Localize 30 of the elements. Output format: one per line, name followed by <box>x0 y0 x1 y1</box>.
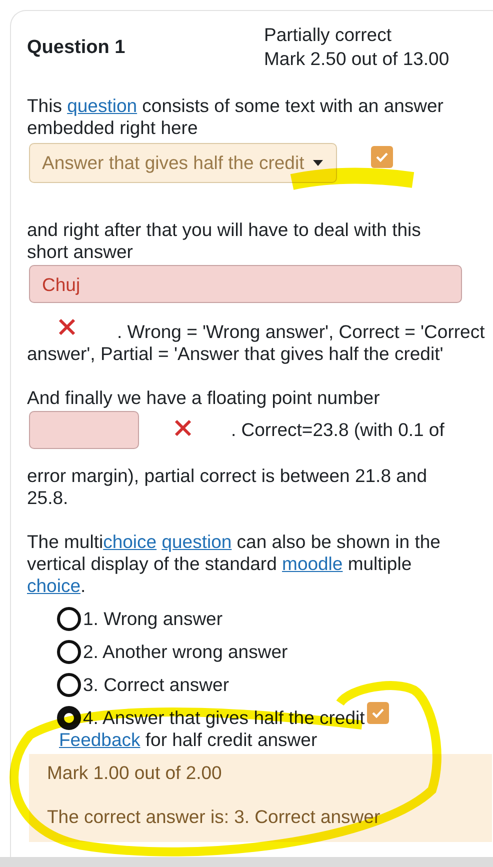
answer-feedback: Feedback for half credit answer <box>59 730 318 750</box>
link[interactable]: question <box>67 95 138 116</box>
radio-button[interactable] <box>57 607 81 631</box>
question-text: and right after that you will have to deal with this short answer <box>27 219 422 263</box>
caret-icon <box>312 159 324 167</box>
question-mark: Mark 2.50 out of 13.00 <box>264 47 450 71</box>
option-label: 2. Another wrong answer <box>83 641 288 663</box>
answer-feedback: error margin), partial correct is between 21.8 and 25.8. <box>27 465 428 509</box>
question-text: This question consists of some text with an answer embedded right here <box>27 95 444 139</box>
question-title: Question 1 <box>27 37 126 59</box>
number-field[interactable] <box>29 411 139 449</box>
correct-answer-text: The correct answer is: 3. Correct answer <box>47 806 382 828</box>
link[interactable]: question <box>162 531 232 552</box>
answer-dropdown[interactable]: Answer that gives half the credit <box>29 143 338 183</box>
question-state: Partially correct <box>264 23 392 47</box>
link[interactable]: choice <box>103 531 157 552</box>
outcome-mark: Mark 1.00 out of 2.00 <box>47 762 223 784</box>
radio-button[interactable] <box>57 640 81 664</box>
option-label: 1. Wrong answer <box>83 608 222 630</box>
link[interactable]: moodle <box>282 553 343 574</box>
answer-feedback: . Correct=23.8 (with 0.1 of <box>231 419 444 441</box>
radio-button[interactable] <box>57 673 81 697</box>
link[interactable]: choice <box>27 575 80 596</box>
answer-feedback: answer', Partial = 'Answer that gives half the credit' <box>27 343 444 365</box>
question-text: The multichoice question can also be shown in the vertical display of the standard moodle multiple choice. <box>27 531 442 597</box>
link[interactable]: Feedback <box>59 729 140 750</box>
answer-feedback: . Wrong = 'Wrong answer', Correct = 'Correct <box>117 321 485 343</box>
answer-field[interactable]: Chuj <box>29 265 462 303</box>
question-text: And finally we have a floating point number <box>27 387 381 409</box>
option-label: 3. Correct answer <box>83 674 229 696</box>
